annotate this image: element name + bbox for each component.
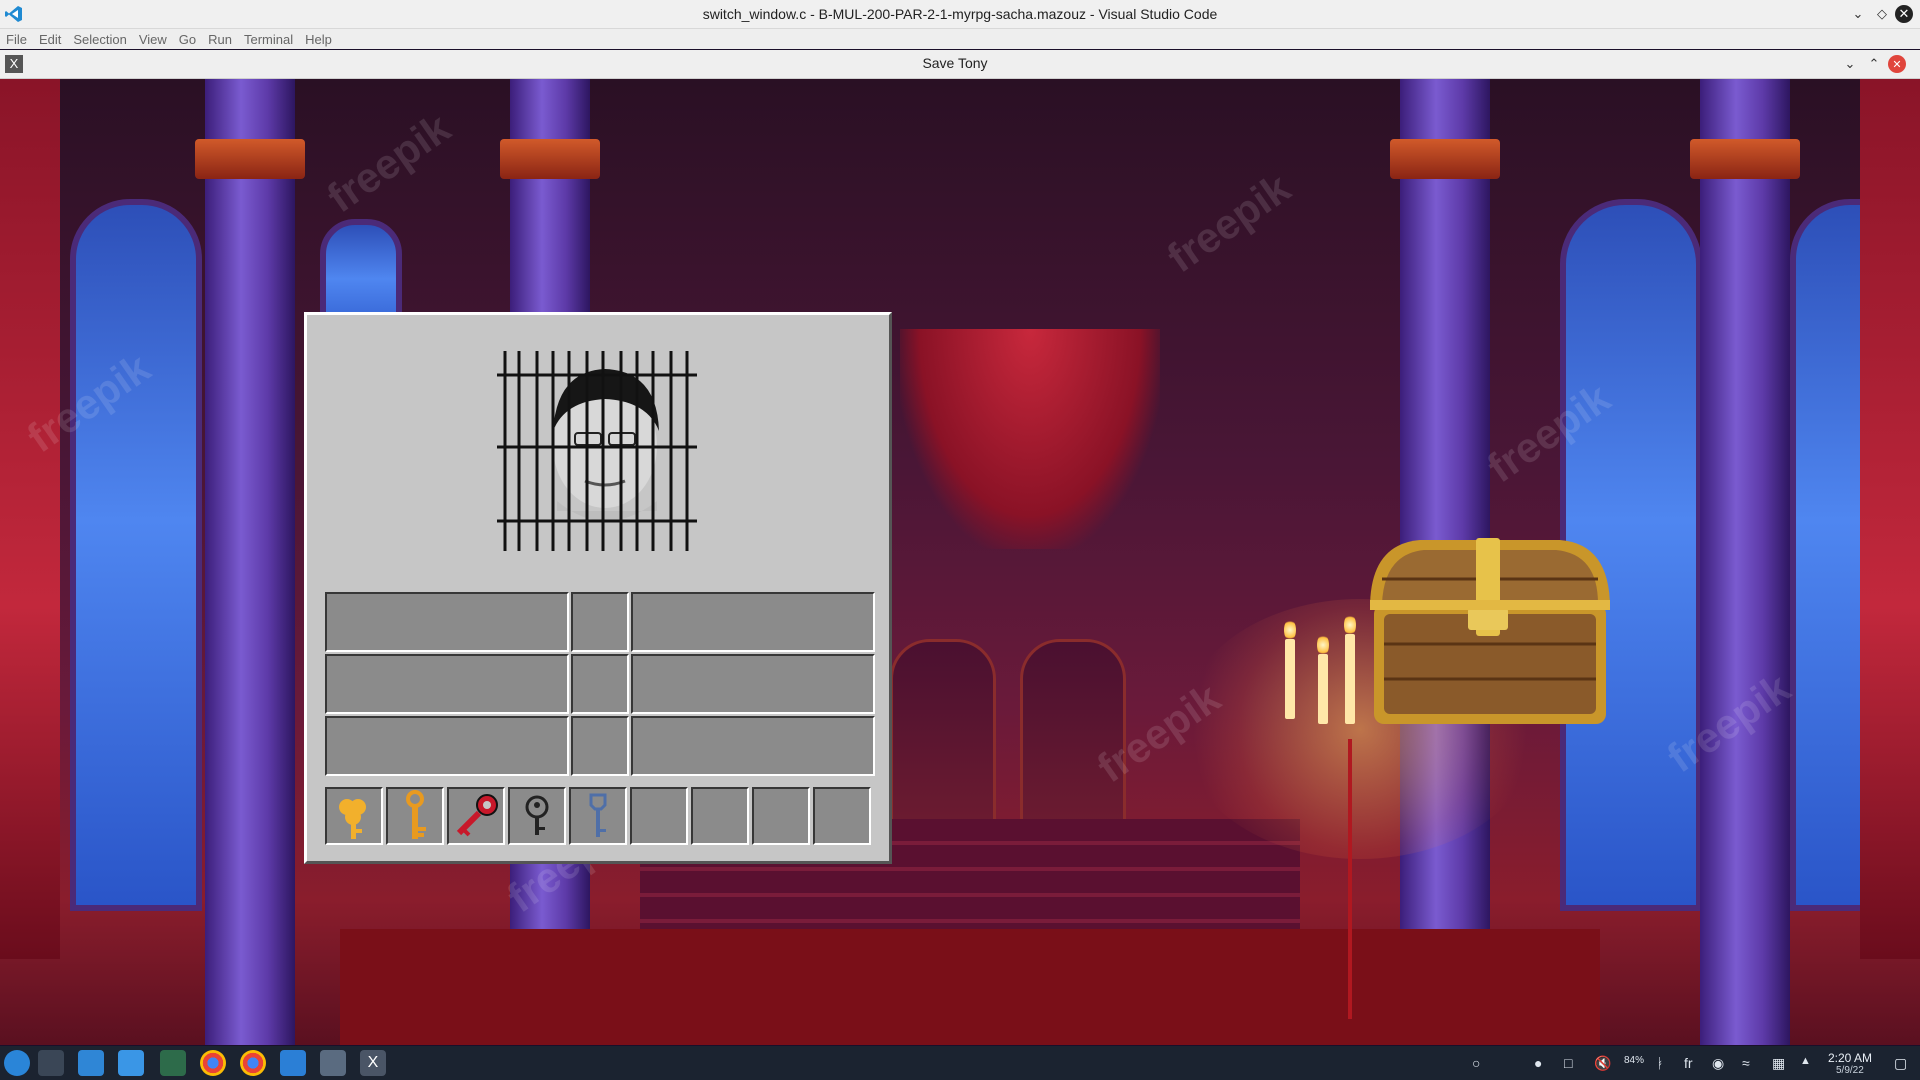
- game-maximize-button[interactable]: ⌃: [1864, 54, 1884, 74]
- battery-icon[interactable]: 84%: [1624, 1055, 1644, 1066]
- ornate-gold-key-icon: [406, 790, 426, 839]
- bluetooth-icon[interactable]: ᛓ: [1656, 1055, 1664, 1071]
- pillar: [205, 79, 295, 1045]
- task-manager-icon[interactable]: [38, 1050, 64, 1076]
- game-window-title: Save Tony: [922, 55, 988, 71]
- red-key-icon: [456, 794, 498, 837]
- menu-terminal[interactable]: Terminal: [238, 29, 299, 47]
- hotbar-slot-8[interactable]: [752, 787, 810, 845]
- candle: [1345, 634, 1355, 724]
- clock-time[interactable]: 2:20 AM: [1828, 1051, 1872, 1065]
- castle-throne-room-background: freepik freepik freepik freepik freepik …: [0, 79, 1920, 1045]
- candle: [1318, 654, 1328, 724]
- red-carpet: [340, 929, 1600, 1045]
- hotbar-slot-9[interactable]: [813, 787, 871, 845]
- hotbar-slot-7[interactable]: [691, 787, 749, 845]
- close-button[interactable]: ✕: [1895, 5, 1913, 23]
- treasure-chest-icon[interactable]: [1360, 534, 1620, 734]
- pillar: [1700, 79, 1790, 1045]
- chrome-icon-2[interactable]: [240, 1050, 266, 1076]
- vscode-taskbar-icon[interactable]: [280, 1050, 306, 1076]
- accessibility-icon[interactable]: ●: [1534, 1055, 1542, 1071]
- screen-app-icon[interactable]: [320, 1050, 346, 1076]
- pillar-capital: [500, 139, 600, 179]
- candelabra-stand: [1348, 739, 1352, 1019]
- black-keyhole-key-icon: [525, 795, 549, 835]
- menu-file[interactable]: File: [0, 29, 33, 47]
- chrome-icon[interactable]: [200, 1050, 226, 1076]
- vscode-window-title: switch_window.c - B-MUL-200-PAR-2-1-myrp…: [702, 6, 1218, 22]
- menu-selection[interactable]: Selection: [67, 29, 132, 47]
- gothic-window-left: [70, 199, 202, 911]
- curtain-right: [1860, 79, 1920, 959]
- hotbar-slot-6[interactable]: [630, 787, 688, 845]
- candle: [1285, 639, 1295, 719]
- maximize-button[interactable]: ◇: [1872, 4, 1892, 24]
- hotbar-slot-3[interactable]: [447, 787, 505, 845]
- wifi-icon[interactable]: ≈: [1742, 1055, 1750, 1071]
- clipboard-icon[interactable]: □: [1564, 1055, 1572, 1071]
- watermark: freepik: [1158, 163, 1299, 282]
- pillar-capital: [1690, 139, 1800, 179]
- watermark: freepik: [318, 103, 459, 222]
- flame-icon: [1344, 614, 1356, 636]
- menu-bar: File Edit Selection View Go Run Terminal Help: [0, 29, 1920, 49]
- printer-icon[interactable]: ▦: [1772, 1055, 1785, 1072]
- jailed-portrait-icon: [497, 351, 697, 551]
- menu-help[interactable]: Help: [299, 29, 338, 47]
- hotbar-slot-1[interactable]: [325, 787, 383, 845]
- gold-key-icon: [339, 799, 366, 839]
- microphone-icon[interactable]: ◉: [1712, 1055, 1724, 1072]
- game-minimize-button[interactable]: ⌄: [1840, 54, 1860, 74]
- hotbar-slot-2[interactable]: [386, 787, 444, 845]
- inventory-slot[interactable]: [571, 592, 629, 652]
- pillar-capital: [195, 139, 305, 179]
- inventory-slot[interactable]: [325, 592, 569, 652]
- inventory-panel: [304, 312, 892, 864]
- file-manager-icon[interactable]: [118, 1050, 144, 1076]
- vscode-title-bar: switch_window.c - B-MUL-200-PAR-2-1-myrp…: [0, 0, 1920, 29]
- throne-canopy: [900, 329, 1160, 549]
- volume-muted-icon[interactable]: 🔇: [1594, 1055, 1611, 1072]
- flame-icon: [1317, 634, 1329, 656]
- x11-taskbar-icon[interactable]: X: [360, 1050, 386, 1076]
- flame-icon: [1284, 619, 1296, 641]
- notifications-icon[interactable]: ○: [1472, 1055, 1480, 1071]
- pillar-capital: [1390, 139, 1500, 179]
- clock-date[interactable]: 5/9/22: [1836, 1065, 1864, 1076]
- game-close-button[interactable]: ✕: [1888, 55, 1906, 73]
- inventory-slot[interactable]: [325, 654, 569, 714]
- hotbar-slot-5[interactable]: [569, 787, 627, 845]
- blue-key-icon: [589, 793, 607, 837]
- game-window-title-bar: X Save Tony ⌄ ⌃ ✕: [0, 50, 1920, 79]
- inventory-slot[interactable]: [631, 716, 875, 776]
- inventory-slot[interactable]: [631, 592, 875, 652]
- inventory-slot[interactable]: [325, 716, 569, 776]
- taskbar: X ○ ● □ 🔇 84% ᛓ fr ◉ ≈ ▦ ▲ 2:20 AM 5/9/2…: [0, 1046, 1920, 1080]
- inventory-slot[interactable]: [571, 654, 629, 714]
- app-launcher-icon[interactable]: [4, 1050, 30, 1076]
- show-desktop-icon[interactable]: ▢: [1894, 1055, 1907, 1072]
- tray-expand-icon[interactable]: ▲: [1800, 1055, 1811, 1067]
- keyboard-layout[interactable]: fr: [1684, 1055, 1693, 1071]
- hotbar-slot-4[interactable]: [508, 787, 566, 845]
- minimize-button[interactable]: ⌄: [1848, 4, 1868, 24]
- store-icon[interactable]: [78, 1050, 104, 1076]
- menu-view[interactable]: View: [133, 29, 173, 47]
- menu-go[interactable]: Go: [173, 29, 202, 47]
- curtain-left: [0, 79, 60, 959]
- menu-edit[interactable]: Edit: [33, 29, 67, 47]
- inventory-slot[interactable]: [571, 716, 629, 776]
- audio-app-icon[interactable]: [160, 1050, 186, 1076]
- inventory-slot[interactable]: [631, 654, 875, 714]
- menu-run[interactable]: Run: [202, 29, 238, 47]
